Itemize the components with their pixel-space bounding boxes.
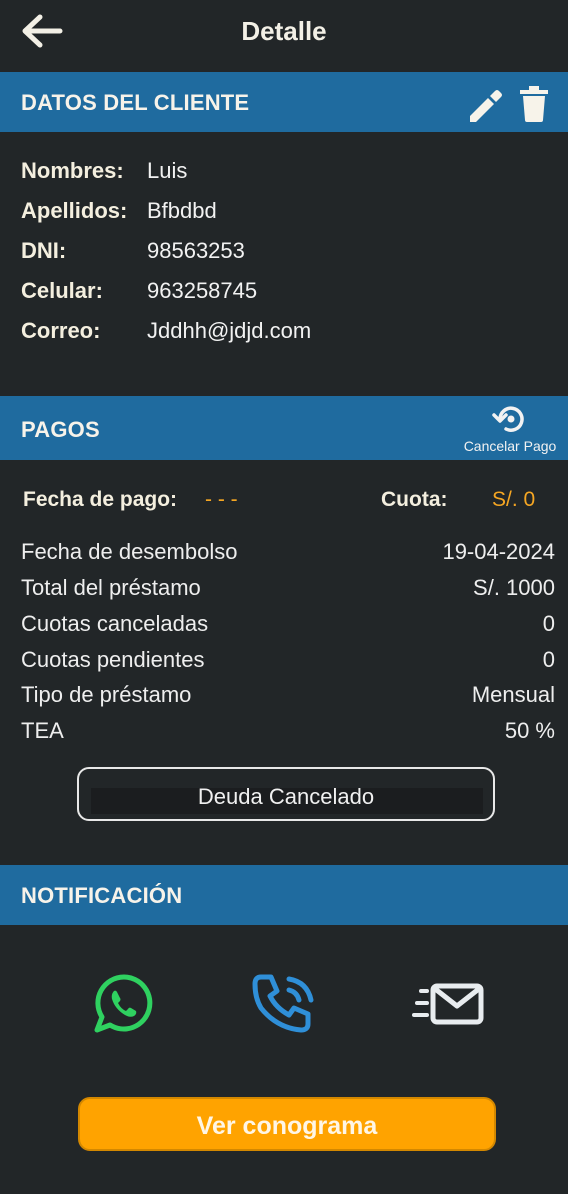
installment-label: Cuota: <box>381 488 448 511</box>
detail-label: Tipo de préstamo <box>21 682 192 707</box>
detail-row: TEA 50 % <box>21 718 555 752</box>
field-value: 963258745 <box>147 278 258 303</box>
notification-section-title: NOTIFICACIÓN <box>21 883 183 908</box>
detail-label: Cuotas pendientes <box>21 647 205 672</box>
detail-row: Tipo de préstamo Mensual <box>21 682 555 716</box>
notification-section-header: NOTIFICACIÓN <box>0 865 568 925</box>
call-button[interactable] <box>249 968 321 1045</box>
field-label: DNI: <box>21 238 67 263</box>
whatsapp-button[interactable] <box>92 972 156 1041</box>
field-value: Luis <box>147 158 188 183</box>
detail-label: TEA <box>21 718 64 743</box>
view-schedule-button[interactable]: Ver conograma <box>78 1097 496 1151</box>
debt-status-button[interactable]: Deuda Cancelado <box>77 767 495 821</box>
client-section-title: DATOS DEL CLIENTE <box>21 90 250 115</box>
detail-row: Total del préstamo S/. 1000 <box>21 575 555 609</box>
detail-value: Mensual <box>471 682 555 707</box>
delete-button[interactable] <box>516 84 552 124</box>
detail-row: Fecha de desembolso 19-04-2024 <box>21 539 555 573</box>
field-value: 98563253 <box>147 238 245 263</box>
detail-value: 19-04-2024 <box>442 539 555 564</box>
email-send-icon <box>412 983 484 1025</box>
detail-label: Total del préstamo <box>21 575 201 600</box>
trash-icon <box>520 86 548 122</box>
detail-row: Cuotas pendientes 0 <box>21 647 555 681</box>
debt-status-label: Deuda Cancelado <box>197 784 375 809</box>
field-label: Nombres: <box>21 158 124 183</box>
installment-value: S/. 0 <box>492 488 536 511</box>
detail-row: Cuotas canceladas 0 <box>21 611 555 645</box>
cancel-payment-button[interactable]: Cancelar Pago <box>458 400 562 454</box>
detail-label: Cuotas canceladas <box>21 611 209 636</box>
top-app-bar: Detalle <box>0 0 568 72</box>
email-button[interactable] <box>410 982 486 1031</box>
detail-label: Fecha de desembolso <box>21 539 238 564</box>
client-section-header: DATOS DEL CLIENTE <box>0 72 568 132</box>
payment-date-value: - - - <box>205 488 238 511</box>
payments-section-title: PAGOS <box>21 417 100 442</box>
edit-button[interactable] <box>466 86 504 122</box>
phone-call-icon <box>252 974 314 1033</box>
whatsapp-icon <box>94 974 153 1033</box>
payment-date-label: Fecha de pago: <box>23 488 178 511</box>
cancel-payment-label: Cancelar Pago <box>463 438 557 454</box>
field-label: Correo: <box>21 318 101 343</box>
field-label: Apellidos: <box>21 198 128 223</box>
page-title: Detalle <box>241 16 327 46</box>
detail-value: 0 <box>542 611 555 636</box>
field-label: Celular: <box>21 278 103 303</box>
view-schedule-label: Ver conograma <box>196 1112 378 1140</box>
restore-icon <box>492 406 524 432</box>
detail-value: 50 % <box>504 718 555 743</box>
detail-value: 0 <box>542 647 555 672</box>
detail-value: S/. 1000 <box>473 575 555 600</box>
field-value: Jddhh@jdjd.com <box>147 318 312 343</box>
pencil-icon <box>470 90 502 122</box>
field-value: Bfbdbd <box>147 198 217 223</box>
payments-section-header: PAGOS Cancelar Pago <box>0 396 568 460</box>
